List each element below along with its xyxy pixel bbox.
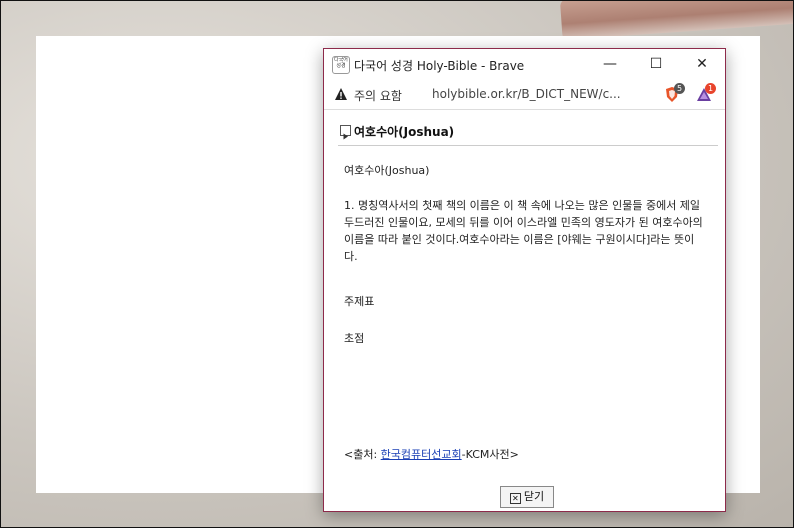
rewards-count-badge: 1 (705, 83, 717, 94)
security-warning-label[interactable]: 주의 요함 (354, 87, 402, 104)
entry-name: 여호수아(Joshua) (344, 164, 430, 177)
window-title: 다국어 성경 Holy-Bible - Brave (354, 59, 525, 73)
dictionary-popup-window: 다국어 성경 다국어 성경 Holy-Bible - Brave — ☐ ✕ 주… (323, 48, 726, 512)
play-icon[interactable] (340, 125, 351, 140)
source-suffix: -KCM사전> (461, 448, 519, 461)
warning-icon (335, 88, 347, 100)
entry-title: 여호수아(Joshua) (354, 125, 455, 139)
title-bar[interactable]: 다국어 성경 다국어 성경 Holy-Bible - Brave — ☐ ✕ (324, 49, 725, 79)
section-focus: 초점 (344, 332, 365, 345)
source-link[interactable]: 한국컴퓨터선교회 (381, 448, 462, 461)
shield-count-badge: 5 (674, 83, 686, 94)
maximize-button[interactable]: ☐ (633, 49, 679, 79)
url-text[interactable]: holybible.or.kr/B_DICT_NEW/c... (432, 87, 632, 101)
minimize-button[interactable]: — (587, 49, 633, 79)
close-button[interactable]: ✕ 닫기 (500, 486, 554, 508)
entry-header: 여호수아(Joshua) (338, 123, 718, 147)
close-button-label: 닫기 (523, 490, 545, 503)
close-box-icon: ✕ (509, 493, 521, 504)
window-close-button[interactable]: ✕ (679, 49, 725, 79)
source-prefix: <출처: (344, 448, 381, 461)
app-icon: 다국어 성경 (332, 56, 350, 74)
section-theme: 주제표 (344, 295, 375, 308)
wood-object (559, 1, 793, 41)
source-line: <출처: 한국컴퓨터선교회-KCM사전> (344, 446, 519, 462)
entry-definition: 1. 명칭역사서의 첫째 책의 이름은 이 책 속에 나오는 많은 인물들 중에… (344, 199, 703, 263)
dictionary-content: 여호수아(Joshua) 여호수아(Joshua) 1. 명칭역사서의 첫째 책… (324, 110, 725, 511)
desktop-background: 4.곧 광야와 이 레바논에서부터 큰 강 곧 유브라데 강까지 헷 족속의 온… (0, 0, 794, 528)
header-rule (338, 145, 718, 146)
address-bar[interactable]: 주의 요함 holybible.or.kr/B_DICT_NEW/c... 5 … (324, 79, 725, 110)
